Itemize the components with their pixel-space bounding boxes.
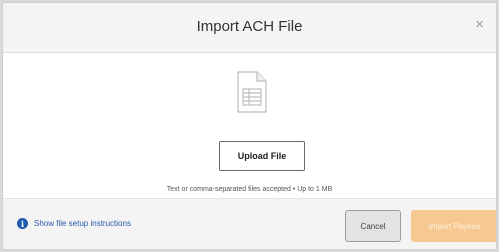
import-payees-button[interactable]: Import Payees: [411, 210, 496, 242]
show-instructions-link[interactable]: i Show file setup instructions: [17, 218, 131, 229]
file-requirements-hint: Text or comma-separated files accepted •…: [166, 186, 333, 193]
cancel-button[interactable]: Cancel: [345, 210, 401, 242]
dialog-body: Upload File Text or comma-separated file…: [3, 53, 496, 198]
dialog-title: Import ACH File: [196, 18, 303, 35]
upload-file-button[interactable]: Upload File: [219, 141, 305, 171]
show-instructions-label: Show file setup instructions: [34, 219, 131, 228]
file-spreadsheet-icon: [237, 71, 267, 118]
close-icon[interactable]: ×: [475, 17, 484, 32]
info-icon: i: [17, 218, 28, 229]
dialog-footer: i Show file setup instructions Cancel Im…: [3, 198, 496, 249]
import-ach-dialog: Import ACH File × Upload File Text or co…: [2, 2, 497, 250]
dialog-header: Import ACH File ×: [3, 3, 496, 53]
